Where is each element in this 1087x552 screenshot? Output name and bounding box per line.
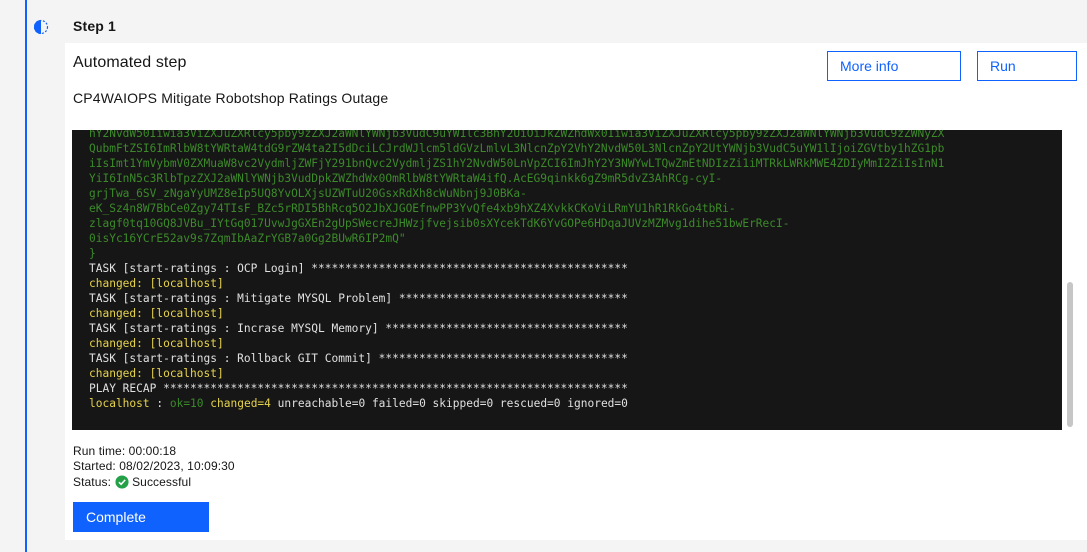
terminal-line: grjTwa_6SV_zNgaYyUMZ8eIp5UQ8YvOLXjsUZWTu… [89,187,527,200]
card-subtitle: CP4WAIOPS Mitigate Robotshop Ratings Out… [73,90,389,106]
recap-rest: unreachable=0 failed=0 skipped=0 rescued… [270,397,628,410]
checkmark-filled-icon [115,475,129,489]
step-rail [25,0,27,552]
card-title: Automated step [73,54,187,71]
recap-sep: : [149,397,170,410]
terminal-line: TASK [start-ratings : Rollback GIT Commi… [89,352,628,365]
terminal-line: } [89,247,96,260]
terminal-line: changed: [localhost] [89,277,224,290]
step-card: Automated step CP4WAIOPS Mitigate Robots… [65,43,1087,540]
step-title: Step 1 [73,18,116,34]
scrollbar-thumb[interactable] [1067,282,1073,427]
terminal-line: TASK [start-ratings : OCP Login] *******… [89,262,628,275]
terminal-line: zlagf0tq10GQ8JVBu_IYtGq017UvwJgGXEn2gUpS… [89,217,790,230]
terminal-line: TASK [start-ratings : Mitigate MYSQL Pro… [89,292,628,305]
terminal-output[interactable]: hY2NvdW50Iiwia3ViZXJuZXRlcy5pby9zZXJ2aWN… [72,130,1062,430]
terminal-line: TASK [start-ratings : Incrase MYSQL Memo… [89,322,628,335]
more-info-button[interactable]: More info [827,51,961,81]
status-value: Successful [132,475,192,489]
status-row: Status: Successful [73,475,191,489]
terminal-line: YiI6InN5c3RlbTpzZXJ2aWNlYWNjb3VudDpkZWZh… [89,172,723,185]
recap-changed: changed=4 [210,397,271,410]
in-progress-icon [33,19,49,35]
started-time: Started: 08/02/2023, 10:09:30 [73,459,235,473]
terminal-line: PLAY RECAP *****************************… [89,382,628,395]
complete-button[interactable]: Complete [73,502,209,532]
terminal-line: changed: [localhost] [89,307,224,320]
recap-host: localhost [89,397,150,410]
terminal-line: changed: [localhost] [89,337,224,350]
recap-ok: ok=10 [169,397,204,410]
status-label: Status: [73,475,112,489]
run-time: Run time: 00:00:18 [73,444,177,458]
terminal-line: 0isYc16YCrE52av9s7ZqmIbAaZrYGB7a0Gg2BUwR… [89,232,406,245]
terminal-line: QubmFtZSI6ImRlbW8tYWRtaW4tdG9rZW4ta2I5dD… [89,142,945,155]
terminal-line: iIsImt1YmVybmV0ZXMuaW8vc2VydmljZWFjY291b… [89,157,945,170]
terminal-line: eK_Sz4n8W7BbCe0Zgy74TIsF_BZc5rRDI5BhRcq5… [89,202,736,215]
terminal-line: changed: [localhost] [89,367,224,380]
terminal-scrollbar[interactable] [1064,130,1076,430]
terminal-line: hY2NvdW50Iiwia3ViZXJuZXRlcy5pby9zZXJ2aWN… [89,130,945,140]
run-button[interactable]: Run [977,51,1077,81]
recap-line: localhost : ok=10 changed=4 unreachable=… [89,396,1049,411]
terminal-content: hY2NvdW50Iiwia3ViZXJuZXRlcy5pby9zZXJ2aWN… [89,130,1049,411]
